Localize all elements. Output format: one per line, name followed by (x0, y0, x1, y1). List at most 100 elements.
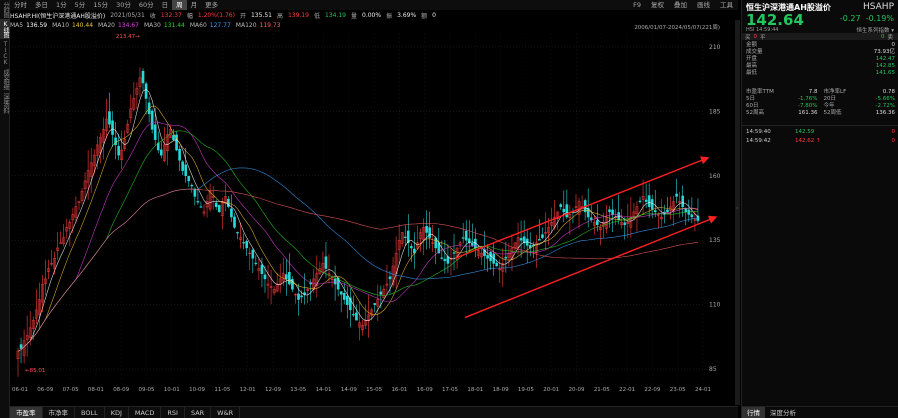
ma-label-1: MA10 (52, 21, 70, 29)
side-tab-0[interactable]: 分时图 (0, 0, 10, 19)
indicator-tab-6[interactable]: SAR (185, 407, 212, 418)
x-tick-label: 10-01 (164, 387, 180, 393)
collapse-panel-icon[interactable]: › (736, 205, 740, 215)
stat-row: 最低 141.65 (746, 70, 895, 77)
period-tab-8[interactable]: 周 (172, 0, 187, 10)
high-value: 139.19 (287, 11, 309, 19)
metric-cell: 市净率LF 0.78 (824, 89, 896, 96)
indicator-tab-5[interactable]: RSI (161, 407, 185, 418)
metric-value: 161.36 (798, 110, 818, 116)
y-tick-label: 110 (709, 302, 721, 309)
candle-body (181, 161, 184, 171)
period-tab-5[interactable]: 30分 (112, 0, 135, 10)
trade-price: 142.62 ↑ (795, 138, 821, 144)
x-tick-label: 20-01 (543, 387, 559, 393)
period-tab-1[interactable]: 多日 (31, 0, 52, 10)
candle-body (233, 216, 236, 228)
stat-value: 142.85 (875, 63, 895, 69)
metric-cell: 今年 -2.72% (824, 103, 896, 110)
period-tab-7[interactable]: 日 (158, 0, 173, 10)
panel-change-abs: -0.27 (839, 14, 861, 23)
candle-body (470, 242, 474, 246)
change-value: 1.20%(1.76) (197, 11, 235, 19)
indicator-tab-3[interactable]: KDJ (105, 407, 129, 418)
candle-body (464, 230, 468, 241)
candlestick-chart[interactable]: 210 185 160 135 110 85 06-01 06-09 07-05 08-01 08-… (10, 30, 735, 395)
period-tab-9[interactable]: 月 (187, 0, 202, 10)
candle-body (59, 242, 63, 244)
metric-label: 市净率LF (823, 89, 847, 95)
extreme-label: 213.47→ (116, 34, 140, 40)
ma-value-5: 119.73 (259, 21, 281, 29)
period-tab-0[interactable]: 分时 (10, 0, 31, 10)
upper-trend-arrow (454, 156, 710, 259)
amp-value: 3.69% (397, 11, 417, 19)
chart-svg[interactable]: 210 185 160 135 110 85 06-01 06-09 07-05 08-01 08-… (10, 30, 735, 395)
x-tick-label: 22-09 (644, 387, 660, 393)
side-tab-3[interactable]: 成交明细 (0, 67, 10, 91)
period-tab-2[interactable]: 1分 (52, 0, 71, 10)
trade-price: 142.59 (795, 129, 815, 135)
buy-qty: 0 (753, 33, 758, 40)
indicator-tab-4[interactable]: MACD (129, 407, 162, 418)
candle-body (159, 149, 163, 156)
metric-value: 136.36 (875, 110, 895, 116)
x-tick-label: 20-09 (569, 387, 585, 393)
period-tab-6[interactable]: 60分 (135, 0, 158, 10)
metric-value: -2.72% (875, 103, 895, 109)
stat-row: 最高 142.85 (746, 63, 895, 70)
x-tick-label: 14-01 (316, 387, 332, 393)
side-tab-1[interactable]: K线图 (0, 19, 10, 39)
candle-body (538, 239, 541, 241)
candle-body (461, 237, 465, 239)
candle-body (260, 264, 264, 274)
period-tab-4[interactable]: 15分 (89, 0, 112, 10)
toolbar-tool-0[interactable]: F9 (628, 0, 646, 10)
x-tick-label: 21-05 (594, 387, 610, 393)
toolbar-tool-2[interactable]: 叠加 (669, 0, 692, 10)
x-tick-label: 08-09 (113, 387, 129, 393)
panel-code: HSAHP (863, 2, 894, 12)
period-tab-10[interactable]: 更多 (201, 0, 222, 10)
side-tab-4[interactable]: 深度资料 (0, 91, 10, 115)
metric-cell: 市盈率TTM 7.8 (746, 89, 824, 96)
period-tab-3[interactable]: 5分 (71, 0, 90, 10)
toolbar-tool-4[interactable]: 工具 (715, 0, 738, 10)
panel-tab-1[interactable]: 深度分析 (765, 407, 801, 418)
x-tick-label: 19-05 (518, 387, 534, 393)
candle-body (440, 257, 444, 259)
candle-body (596, 220, 599, 226)
side-tab-2[interactable]: TICK (0, 39, 10, 67)
amp-label: 振 (386, 12, 393, 20)
metric-label: 60日 (746, 103, 759, 109)
low-label: 低 (313, 12, 320, 20)
candle-body (196, 201, 200, 203)
toolbar-tool-1[interactable]: 复权 (646, 0, 669, 10)
quote-date: 2021/05/31 (110, 11, 145, 19)
candle-body (403, 236, 407, 238)
ma-label-4: MA60 (189, 21, 207, 29)
indicator-tab-1[interactable]: 市净率 (43, 407, 75, 418)
trade-vol: 0 (891, 129, 896, 135)
order-bar: 买 0 平 0 卖 (742, 33, 898, 41)
amt-value: 0 (432, 11, 436, 19)
candle-body (666, 209, 669, 213)
candle-body (681, 195, 685, 207)
metric-label: 市盈率TTM (746, 89, 774, 95)
indicator-tab-7[interactable]: W&R (211, 407, 241, 418)
candle-body (562, 208, 566, 213)
stat-label: 最低 (746, 70, 758, 76)
candle-body (559, 204, 563, 207)
metric-label: 52周低 (823, 110, 842, 116)
metric-label: 20日 (823, 96, 837, 102)
candle-body (611, 209, 614, 215)
indicator-tab-0[interactable]: 市盈率 (10, 407, 43, 418)
stat-row: 金额 0 (746, 42, 895, 49)
toolbar-tool-3[interactable]: 画线 (692, 0, 715, 10)
metric-row: 5日 -1.76% 20日 -5.66% (746, 96, 895, 103)
indicator-tab-2[interactable]: BOLL (75, 407, 105, 418)
open-label: 开 (239, 12, 246, 20)
x-tick-label: 16-01 (391, 387, 407, 393)
candle-body (254, 262, 258, 265)
panel-tab-0[interactable]: 行情 (742, 407, 765, 418)
